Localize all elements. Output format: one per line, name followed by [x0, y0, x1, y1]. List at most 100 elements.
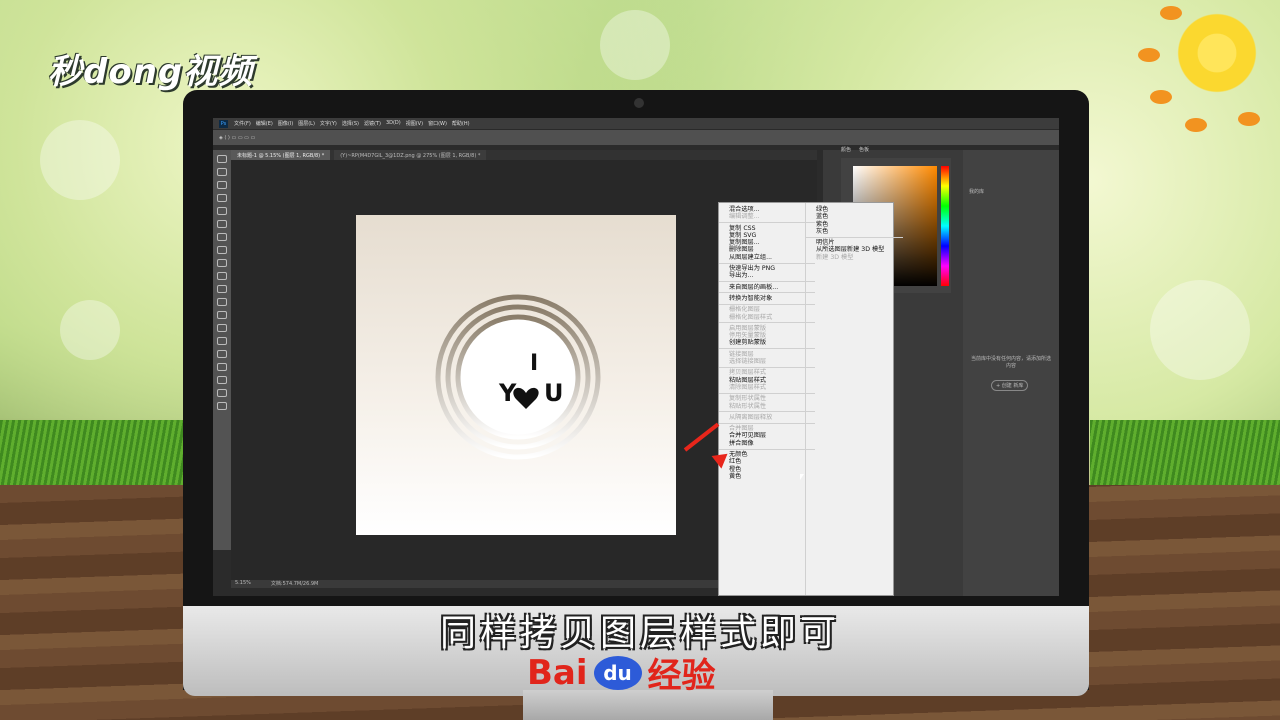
menu-separator [719, 222, 815, 224]
menu-separator [719, 348, 815, 350]
menu-item[interactable]: 视图(V) [406, 120, 423, 127]
zoom-tool-icon[interactable] [217, 402, 227, 410]
monitor: Ps 文件(F) 编辑(E) 图像(I) 图层(L) 文字(Y) 选择(S) 滤镜(T) 3D… [183, 90, 1089, 696]
tools-panel [213, 150, 231, 550]
bokeh-light [40, 120, 120, 200]
options-bar: ◈ ⟨ ⟩ ▭ ▭ ▭ ▭ [213, 129, 1059, 145]
menu-item[interactable]: 3D(D) [386, 120, 401, 127]
camera-icon [634, 98, 644, 108]
tab-color[interactable]: 颜色 [841, 146, 851, 153]
context-menu-item[interactable]: 橙色 [729, 466, 805, 473]
library-empty-hint: 当前库中没有任何内容，请添加所选内容 [971, 356, 1052, 369]
baidu-text: Bai [527, 652, 588, 693]
dodge-tool-icon[interactable] [217, 324, 227, 332]
eraser-tool-icon[interactable] [217, 285, 227, 293]
photoshop-logo-icon: Ps [219, 119, 228, 128]
menu-separator [719, 292, 815, 294]
type-tool-icon[interactable] [217, 350, 227, 358]
gradient-tool-icon[interactable] [217, 298, 227, 306]
healing-tool-icon[interactable] [217, 233, 227, 241]
grass-right [1090, 420, 1280, 490]
document-canvas[interactable]: I Y U [356, 215, 676, 535]
hand-tool-icon[interactable] [217, 389, 227, 397]
context-menu-item[interactable]: 复制 CSS [729, 225, 805, 232]
create-library-button[interactable]: + 创建 新库 [991, 380, 1029, 391]
context-menu-item: 拷贝图层样式 [729, 369, 767, 377]
context-menu-column-left: 混合选项... 编辑调整... 复制 CSS 复制 SVG 复制图层... 删除图层 从图层… [719, 203, 815, 595]
path-select-icon[interactable] [217, 363, 227, 371]
marquee-tool-icon[interactable] [217, 168, 227, 176]
baidu-jingyan-watermark: Bai du 经验 [527, 648, 716, 697]
bokeh-light [60, 300, 120, 360]
hue-slider[interactable] [941, 166, 949, 286]
menu-item[interactable]: 滤镜(T) [364, 120, 381, 127]
menu-separator [806, 236, 903, 238]
menu-separator [719, 392, 815, 394]
pen-tool-icon[interactable] [217, 337, 227, 345]
context-menu-item[interactable]: 从图层建立组... [729, 254, 805, 261]
move-tool-icon[interactable] [217, 155, 227, 163]
bokeh-light [1150, 280, 1250, 380]
menu-separator [719, 366, 815, 368]
blur-tool-icon[interactable] [217, 311, 227, 319]
menu-item[interactable]: 编辑(E) [256, 120, 273, 127]
menu-separator [719, 448, 815, 450]
context-menu-item[interactable]: 灰色 [816, 228, 893, 235]
menu-separator [719, 281, 815, 283]
menu-item[interactable]: 图层(L) [298, 120, 315, 127]
menu-separator [719, 322, 815, 324]
context-menu-item[interactable]: 从所选图层新建 3D 模型 [816, 246, 893, 253]
menu-separator [719, 411, 815, 413]
context-menu-item[interactable]: 粘贴图层样式 [729, 377, 805, 384]
history-brush-icon[interactable] [217, 272, 227, 280]
context-menu-item[interactable]: 转换为智能对象 [729, 295, 805, 302]
tab-document-1[interactable]: 未标题-1 @ 5.15% (图层 1, RGB/8) * [231, 150, 331, 160]
context-menu-item: 编辑调整... [729, 213, 760, 221]
i-love-you-graphic: I Y U [435, 294, 601, 460]
context-menu-item[interactable]: 来自图层的画板... [729, 284, 805, 291]
move-tool-options[interactable]: ◈ ⟨ ⟩ ▭ ▭ ▭ ▭ [219, 135, 255, 141]
context-menu-item[interactable]: 紫色 [816, 221, 893, 228]
lasso-tool-icon[interactable] [217, 181, 227, 189]
baidu-paw-icon: du [593, 655, 642, 690]
context-menu-item[interactable]: 合并可见图层 [729, 432, 805, 439]
menu-item[interactable]: 窗口(W) [428, 120, 447, 127]
tab-swatches[interactable]: 色板 [859, 146, 869, 153]
sun-ray [1238, 112, 1260, 126]
menu-item[interactable]: 文字(Y) [320, 120, 337, 127]
menu-item[interactable]: 文件(F) [234, 120, 251, 127]
context-menu-item[interactable]: 导出为... [729, 272, 805, 279]
tab-document-2[interactable]: (Y)~RP(M4D7GIL_3@1DZ.png @ 275% (图层 1, R… [334, 150, 487, 160]
library-label[interactable]: 我的库 [963, 150, 1059, 195]
mouse-cursor-icon [800, 474, 804, 480]
text-u: U [544, 379, 564, 407]
sun-ray [1138, 48, 1160, 62]
context-menu-item: 栅格化图层 [729, 306, 760, 314]
eyedropper-tool-icon[interactable] [217, 220, 227, 228]
context-menu-item[interactable]: 创建剪贴蒙版 [729, 339, 805, 346]
menu-item[interactable]: 帮助(H) [452, 120, 470, 127]
context-menu-item[interactable]: 删除图层 [729, 246, 805, 253]
crop-tool-icon[interactable] [217, 207, 227, 215]
context-menu-item: 栅格化图层样式 [729, 313, 773, 321]
menu-item[interactable]: 选择(S) [342, 120, 359, 127]
brush-tool-icon[interactable] [217, 246, 227, 254]
jingyan-text: 经验 [647, 656, 716, 696]
context-menu-item[interactable]: 拼合图像 [729, 440, 805, 447]
zoom-readout[interactable]: 5.15% [235, 580, 251, 588]
menu-separator [719, 303, 815, 305]
color-panel-tabs: 颜色 色板 [841, 146, 869, 153]
quick-select-tool-icon[interactable] [217, 194, 227, 202]
context-menu-item: 清除图层样式 [729, 383, 767, 391]
context-menu-item: 新建 3D 模型 [816, 253, 854, 261]
context-menu-item[interactable]: 黄色 [729, 473, 805, 480]
stamp-tool-icon[interactable] [217, 259, 227, 267]
photoshop-window: Ps 文件(F) 编辑(E) 图像(I) 图层(L) 文字(Y) 选择(S) 滤镜(T) 3D… [213, 118, 1059, 596]
menu-bar: Ps 文件(F) 编辑(E) 图像(I) 图层(L) 文字(Y) 选择(S) 滤镜(T) 3D… [213, 118, 1059, 129]
menu-separator [719, 262, 815, 264]
sun-ray [1160, 6, 1182, 20]
shape-tool-icon[interactable] [217, 376, 227, 384]
menu-item[interactable]: 图像(I) [278, 120, 293, 127]
context-menu-item[interactable]: 蓝色 [816, 213, 893, 220]
context-menu-item[interactable]: 红色 [729, 458, 805, 465]
